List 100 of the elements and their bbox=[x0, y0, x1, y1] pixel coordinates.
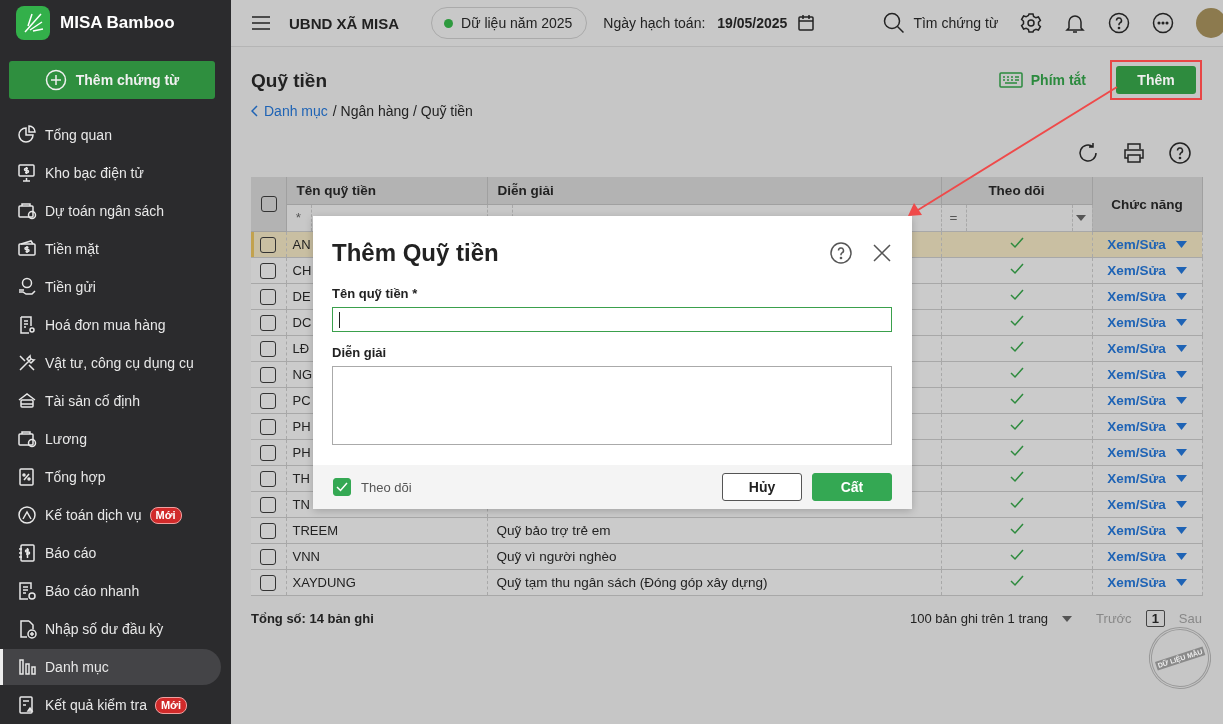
search-button[interactable]: Tìm chứng từ bbox=[883, 12, 999, 34]
sidebar-item[interactable]: Vật tư, công cụ dụng cụ bbox=[0, 345, 221, 381]
report-icon bbox=[17, 581, 37, 601]
print-icon[interactable] bbox=[1122, 141, 1146, 165]
row-checkbox[interactable] bbox=[260, 340, 277, 357]
caret-down-icon[interactable] bbox=[1175, 371, 1187, 378]
breadcrumb-link[interactable]: Danh mục bbox=[264, 103, 328, 119]
posting-date-label: Ngày hạch toán: bbox=[603, 15, 706, 31]
caret-down-icon[interactable] bbox=[1175, 553, 1187, 560]
caret-down-icon[interactable] bbox=[1175, 267, 1187, 274]
shortcut-label: Phím tắt bbox=[1030, 72, 1086, 88]
column-header: Tên quỹ tiền bbox=[286, 177, 487, 205]
bell-icon[interactable] bbox=[1064, 12, 1087, 34]
input-field[interactable] bbox=[332, 307, 892, 332]
caret-down-icon[interactable] bbox=[1175, 579, 1187, 586]
caret-down-icon[interactable] bbox=[1175, 319, 1187, 326]
row-checkbox[interactable] bbox=[260, 470, 277, 487]
sidebar-item[interactable]: Tổng hợp bbox=[0, 459, 221, 495]
table-row[interactable]: VNN Quỹ vì người nghèo Xem/Sửa bbox=[251, 543, 1202, 570]
filter-operator[interactable]: * bbox=[286, 205, 312, 231]
sidebar-item[interactable]: Lương bbox=[0, 421, 221, 457]
sidebar-item[interactable]: Tiền mặt bbox=[0, 231, 221, 267]
row-checkbox[interactable] bbox=[260, 288, 277, 305]
sidebar-item-label: Báo cáo nhanh bbox=[45, 583, 140, 599]
table-cell: Quỹ tạm thu ngân sách (Đóng góp xây dựng) bbox=[487, 569, 941, 596]
sidebar-item-label: Nhập số dư đầu kỳ bbox=[45, 621, 164, 637]
status-dot bbox=[444, 18, 453, 28]
caret-down-icon[interactable] bbox=[1175, 501, 1187, 508]
sidebar-item-label: Kế toán dịch vụ bbox=[45, 507, 142, 523]
sidebar-item[interactable]: Kế toán dịch vụ Mới bbox=[0, 497, 221, 533]
row-checkbox[interactable] bbox=[260, 314, 277, 331]
caret-down-icon[interactable] bbox=[1175, 293, 1187, 300]
bamboo-logo-icon bbox=[16, 6, 50, 40]
new-badge: Mới bbox=[154, 696, 187, 714]
tools-icon bbox=[17, 353, 37, 373]
settings-icon[interactable] bbox=[1020, 12, 1043, 34]
sidebar-item[interactable]: Báo cáo bbox=[0, 535, 221, 571]
row-checkbox[interactable] bbox=[260, 262, 277, 279]
caret-down-icon[interactable] bbox=[1175, 475, 1187, 482]
avatar[interactable] bbox=[1196, 8, 1223, 38]
row-checkbox[interactable] bbox=[260, 236, 277, 253]
row-checkbox[interactable] bbox=[260, 418, 277, 435]
sidebar-item[interactable]: Danh mục bbox=[0, 649, 221, 685]
calendar-icon[interactable] bbox=[797, 14, 816, 32]
more-icon[interactable] bbox=[1152, 12, 1175, 34]
close-icon[interactable] bbox=[872, 243, 892, 263]
caret-down-icon[interactable] bbox=[1175, 423, 1187, 430]
chevron-left-icon[interactable] bbox=[251, 105, 259, 117]
sidebar-item[interactable]: Hoá đơn mua hàng bbox=[0, 307, 221, 343]
table-row[interactable]: XAYDUNG Quỹ tạm thu ngân sách (Đóng góp xây dựng) Xem/Sửa bbox=[251, 569, 1202, 596]
add-voucher-button[interactable]: Thêm chứng từ bbox=[9, 61, 215, 99]
row-checkbox[interactable] bbox=[260, 444, 277, 461]
data-year-label: Dữ liệu năm 2025 bbox=[461, 15, 573, 31]
refresh-icon[interactable] bbox=[1076, 141, 1100, 165]
column-header: Diễn giải bbox=[487, 177, 941, 205]
column-header: Chức năng bbox=[1092, 177, 1202, 232]
monitor-icon bbox=[17, 163, 37, 183]
invoice-icon bbox=[17, 315, 37, 335]
keyboard-icon bbox=[998, 72, 1023, 88]
page-title: Quỹ tiền bbox=[251, 70, 327, 92]
table-row[interactable]: TREEM Quỹ bảo trợ trẻ em Xem/Sửa bbox=[251, 517, 1202, 544]
caret-down-icon[interactable] bbox=[1175, 345, 1187, 352]
cancel-button[interactable]: Hủy bbox=[722, 473, 802, 501]
sidebar-item[interactable]: Tiền gửi bbox=[0, 269, 221, 305]
sidebar-item[interactable]: Nhập số dư đầu kỳ bbox=[0, 611, 221, 647]
table-cell: Quỹ vì người nghèo bbox=[487, 543, 941, 570]
sidebar-item-label: Danh mục bbox=[45, 659, 109, 675]
row-checkbox[interactable] bbox=[260, 522, 277, 539]
add-button[interactable]: Thêm bbox=[1116, 66, 1196, 94]
sidebar-item[interactable]: Tổng quan bbox=[0, 117, 221, 153]
sidebar-item-label: Hoá đơn mua hàng bbox=[45, 317, 166, 333]
current-page[interactable]: 1 bbox=[1145, 610, 1165, 627]
textarea-field[interactable] bbox=[332, 366, 892, 445]
wallet-icon bbox=[17, 201, 37, 221]
sidebar-item[interactable]: Kho bạc điện tử bbox=[0, 155, 221, 191]
record-total: Tổng số: 14 bản ghi bbox=[251, 611, 374, 626]
caret-down-icon[interactable] bbox=[1175, 527, 1187, 534]
sidebar-item-label: Vật tư, công cụ dụng cụ bbox=[45, 355, 194, 371]
caret-down-icon[interactable] bbox=[1175, 449, 1187, 456]
help-icon[interactable] bbox=[1108, 12, 1131, 34]
menu-icon[interactable] bbox=[251, 15, 271, 31]
sidebar-item[interactable]: Kết quả kiểm tra Mới bbox=[0, 687, 221, 723]
caret-down-icon[interactable] bbox=[1175, 397, 1187, 404]
help-icon[interactable] bbox=[1168, 141, 1192, 165]
row-checkbox[interactable] bbox=[260, 366, 277, 383]
building-icon bbox=[17, 391, 37, 411]
sidebar-item[interactable]: Báo cáo nhanh bbox=[0, 573, 221, 609]
row-checkbox[interactable] bbox=[260, 496, 277, 513]
select-all-checkbox[interactable] bbox=[261, 196, 277, 212]
filter-operator[interactable]: = bbox=[941, 205, 967, 231]
sidebar-item[interactable]: Tài sản cố định bbox=[0, 383, 221, 419]
table-cell: TREEM bbox=[286, 517, 487, 544]
row-checkbox[interactable] bbox=[260, 392, 277, 409]
caret-down-icon[interactable] bbox=[1175, 241, 1187, 248]
row-checkbox[interactable] bbox=[260, 574, 277, 591]
row-checkbox[interactable] bbox=[260, 548, 277, 565]
tracking-checkbox[interactable] bbox=[333, 478, 351, 496]
help-icon[interactable] bbox=[830, 242, 852, 264]
sidebar-item-label: Báo cáo bbox=[45, 545, 97, 561]
sidebar-item[interactable]: Dự toán ngân sách bbox=[0, 193, 221, 229]
